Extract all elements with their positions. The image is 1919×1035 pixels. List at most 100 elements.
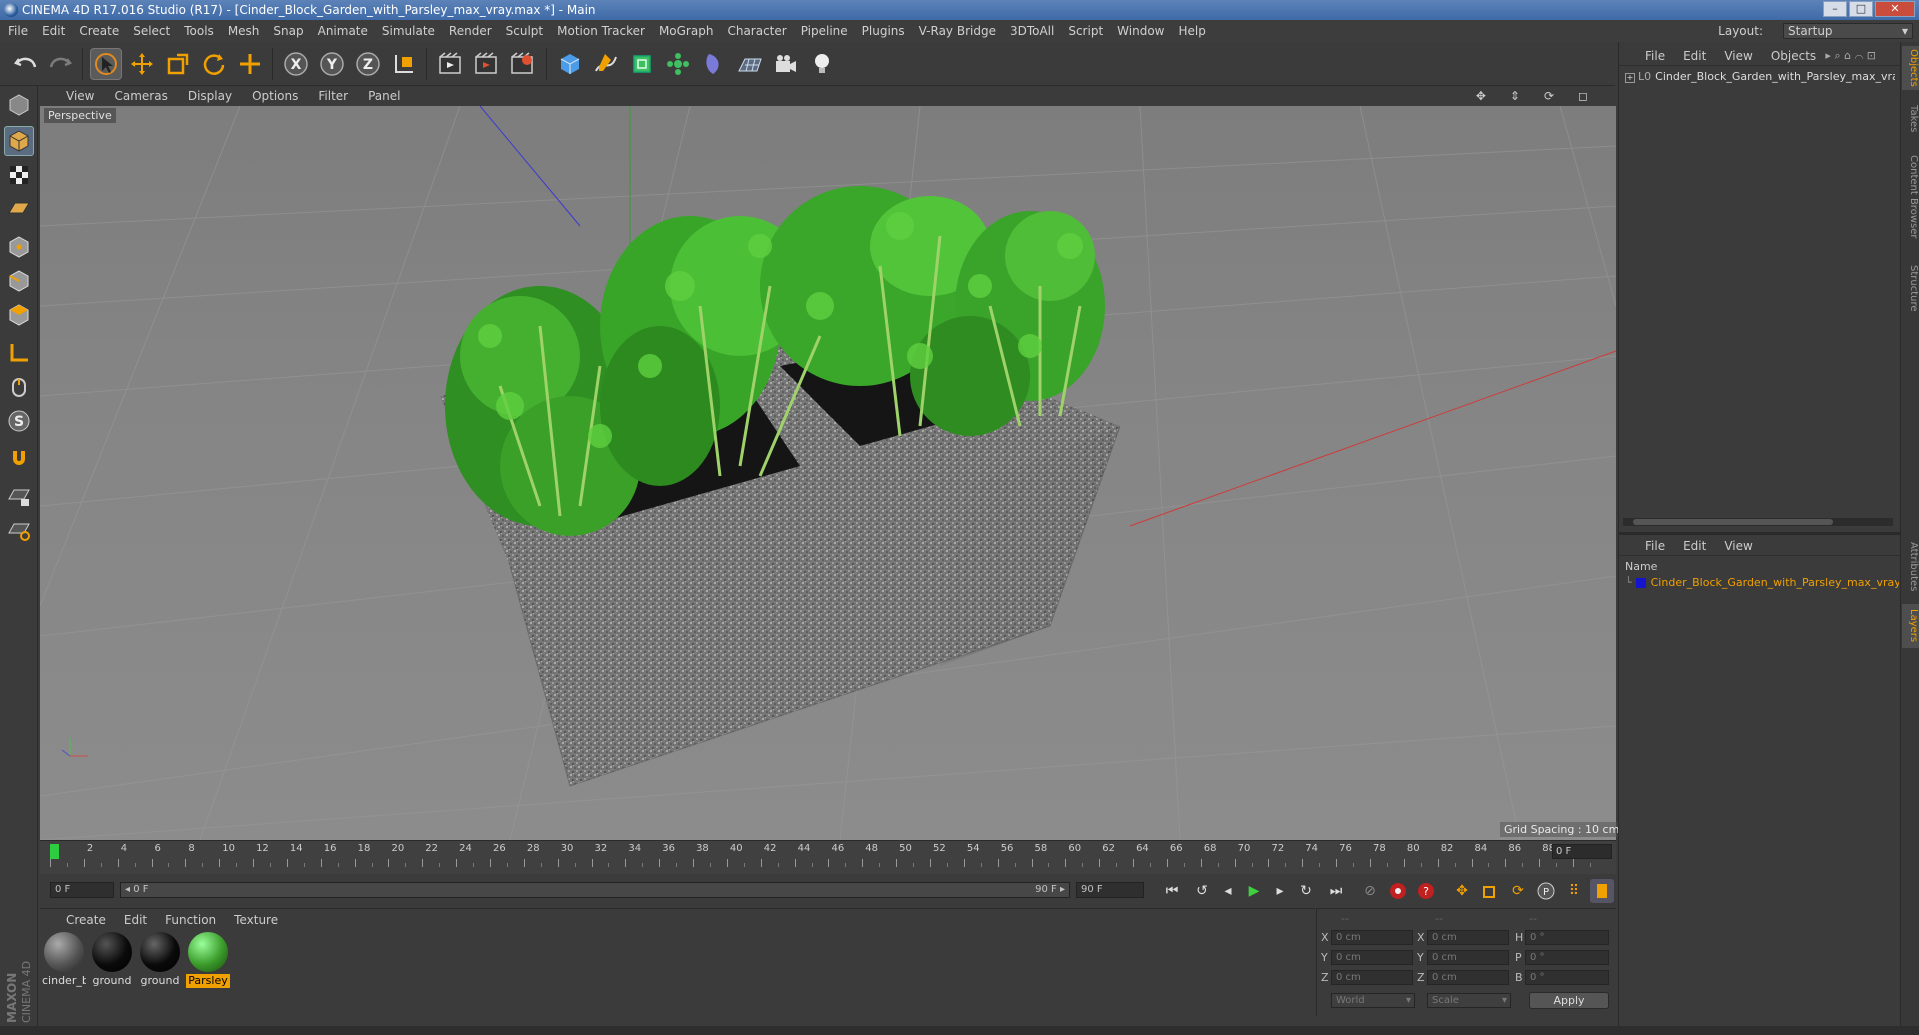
model-mode-icon[interactable] [4,126,34,156]
perspective-viewport[interactable] [40,106,1616,840]
undo-icon[interactable] [10,48,42,80]
material-swatch[interactable]: ground [138,932,182,990]
menu-plugins[interactable]: Plugins [862,24,905,38]
menu-animate[interactable]: Animate [318,24,368,38]
key-pla-icon[interactable]: ⠿ [1562,879,1586,903]
menu-simulate[interactable]: Simulate [382,24,435,38]
prev-frame-icon[interactable]: ◂ [1216,879,1240,903]
menu-3dtoall[interactable]: 3DToAll [1010,24,1054,38]
deformer-icon[interactable] [698,48,730,80]
render-view-icon[interactable] [434,48,466,80]
tab-structure[interactable]: Structure [1902,258,1919,318]
size-mode-dropdown[interactable]: Scale ▾ [1427,993,1511,1008]
redo-icon[interactable] [44,48,76,80]
timeline-window-icon[interactable] [1590,879,1614,903]
magnet-icon[interactable] [4,444,34,474]
viewport-zoom-icon[interactable]: ⇕ [1510,89,1520,103]
size-y-field[interactable]: 0 cm [1427,950,1509,965]
prev-keyframe-icon[interactable]: ↺ [1190,879,1214,903]
minimize-button[interactable]: – [1823,1,1847,17]
x-axis-icon[interactable]: X [280,48,312,80]
rotate-icon[interactable] [198,48,230,80]
menu-help[interactable]: Help [1178,24,1205,38]
light-icon[interactable] [806,48,838,80]
menu-motion-tracker[interactable]: Motion Tracker [557,24,645,38]
next-frame-icon[interactable]: ▸ [1268,879,1292,903]
viewport-menu-cameras[interactable]: Cameras [114,89,167,103]
select-arrow-icon[interactable] [90,48,122,80]
menu-tools[interactable]: Tools [184,24,214,38]
layers-menu-file[interactable]: File [1645,539,1665,553]
size-z-field[interactable]: 0 cm [1427,970,1509,985]
material-swatch[interactable]: ground [90,932,134,990]
pen-spline-icon[interactable] [590,48,622,80]
viewport-rotate-icon[interactable]: ⟳ [1544,89,1554,103]
viewport-menu-options[interactable]: Options [252,89,298,103]
material-menu-create[interactable]: Create [66,913,106,927]
layer-row[interactable]: └ Cinder_Block_Garden_with_Parsley_max_vr… [1625,576,1899,592]
go-to-start-icon[interactable]: ⏮ [1160,879,1184,903]
menu-window[interactable]: Window [1117,24,1164,38]
object-tree-row[interactable]: + L0 Cinder_Block_Garden_with_Parsley_max_… [1625,70,1895,86]
lock-workplane-icon[interactable] [4,482,34,512]
viewport-menu-view[interactable]: View [66,89,94,103]
camera-icon[interactable] [770,48,802,80]
menu-script[interactable]: Script [1068,24,1103,38]
menu-create[interactable]: Create [79,24,119,38]
material-menu-function[interactable]: Function [165,913,216,927]
menu-mesh[interactable]: Mesh [228,24,260,38]
objects-menu-edit[interactable]: Edit [1683,49,1706,63]
layers-menu-edit[interactable]: Edit [1683,539,1706,553]
object-manager-scrollbar[interactable] [1623,518,1893,526]
pos-y-field[interactable]: 0 cm [1331,950,1413,965]
points-mode-icon[interactable] [4,232,34,262]
z-axis-icon[interactable]: Z [352,48,384,80]
size-x-field[interactable]: 0 cm [1427,930,1509,945]
array-icon[interactable] [662,48,694,80]
coordinate-system-icon[interactable] [388,48,420,80]
texture-mode-icon[interactable] [4,160,34,190]
menu-character[interactable]: Character [727,24,786,38]
menu-edit[interactable]: Edit [42,24,65,38]
objects-menu-view[interactable]: View [1724,49,1752,63]
menu-file[interactable]: File [8,24,28,38]
material-swatch[interactable]: cinder_b [42,932,86,990]
rot-b-field[interactable]: 0 ° [1525,970,1609,985]
pos-x-field[interactable]: 0 cm [1331,930,1413,945]
add-icon[interactable] [234,48,266,80]
workplane-icon[interactable] [4,194,34,224]
key-rotation-icon[interactable]: ⟳ [1506,879,1530,903]
frame-range-slider[interactable]: ◂ 0 F 90 F ▸ [120,882,1070,898]
tab-objects[interactable]: Objects [1902,46,1919,90]
objects-menu-file[interactable]: File [1645,49,1665,63]
playhead-marker[interactable] [50,844,59,859]
menu-sculpt[interactable]: Sculpt [506,24,543,38]
make-editable-icon[interactable] [4,90,34,120]
end-frame-field[interactable]: 90 F [1076,882,1144,898]
timeline-ruler[interactable]: 0246810121416182022242628303234363840424… [40,840,1616,874]
go-to-end-icon[interactable]: ⏭ [1324,879,1348,903]
tab-attributes[interactable]: Attributes [1902,532,1919,602]
y-axis-icon[interactable]: Y [316,48,348,80]
maximize-button[interactable]: □ [1849,1,1873,17]
layers-menu-view[interactable]: View [1724,539,1752,553]
apply-button[interactable]: Apply [1529,992,1609,1009]
menu-snap[interactable]: Snap [273,24,303,38]
expand-icon[interactable]: + [1625,73,1635,83]
rot-h-field[interactable]: 0 ° [1525,930,1609,945]
key-parameter-icon[interactable]: P [1534,879,1558,903]
scrollbar-thumb[interactable] [1633,519,1833,525]
material-menu-edit[interactable]: Edit [124,913,147,927]
key-position-icon[interactable]: ✥ [1450,879,1474,903]
subdivision-icon[interactable] [626,48,658,80]
record-active-objects-icon[interactable] [1386,879,1410,903]
polygons-mode-icon[interactable] [4,300,34,330]
planar-workplane-icon[interactable] [4,516,34,546]
material-menu-texture[interactable]: Texture [234,913,278,927]
layout-dropdown[interactable]: Startup ▾ [1783,23,1913,39]
tab-layers[interactable]: Layers [1902,604,1919,648]
record-disabled-icon[interactable]: ⊘ [1358,879,1382,903]
viewport-move-icon[interactable]: ✥ [1476,89,1486,103]
coordinate-mode-dropdown[interactable]: World ▾ [1331,993,1415,1008]
snap-icon[interactable]: S [4,406,34,436]
